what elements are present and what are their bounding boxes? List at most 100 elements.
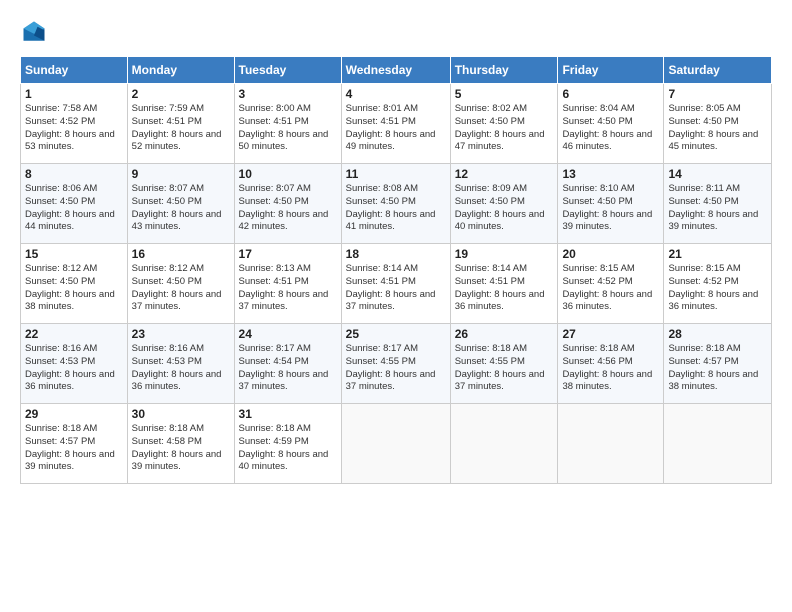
day-number: 6 (562, 87, 659, 101)
calendar-cell: 9 Sunrise: 8:07 AM Sunset: 4:50 PM Dayli… (127, 164, 234, 244)
day-info: Sunrise: 8:16 AM Sunset: 4:53 PM Dayligh… (132, 343, 230, 394)
day-info: Sunrise: 8:07 AM Sunset: 4:50 PM Dayligh… (132, 183, 230, 234)
day-number: 10 (239, 167, 337, 181)
calendar-cell (558, 404, 664, 484)
day-number: 17 (239, 247, 337, 261)
calendar-cell: 12 Sunrise: 8:09 AM Sunset: 4:50 PM Dayl… (450, 164, 558, 244)
day-info: Sunrise: 8:06 AM Sunset: 4:50 PM Dayligh… (25, 183, 123, 234)
calendar-cell: 26 Sunrise: 8:18 AM Sunset: 4:55 PM Dayl… (450, 324, 558, 404)
day-number: 19 (455, 247, 554, 261)
calendar-cell: 6 Sunrise: 8:04 AM Sunset: 4:50 PM Dayli… (558, 84, 664, 164)
day-info: Sunrise: 8:10 AM Sunset: 4:50 PM Dayligh… (562, 183, 659, 234)
calendar-cell: 3 Sunrise: 8:00 AM Sunset: 4:51 PM Dayli… (234, 84, 341, 164)
day-number: 28 (668, 327, 767, 341)
calendar-cell: 13 Sunrise: 8:10 AM Sunset: 4:50 PM Dayl… (558, 164, 664, 244)
calendar-table: SundayMondayTuesdayWednesdayThursdayFrid… (20, 56, 772, 484)
day-number: 13 (562, 167, 659, 181)
day-info: Sunrise: 8:18 AM Sunset: 4:57 PM Dayligh… (25, 423, 123, 474)
day-number: 16 (132, 247, 230, 261)
day-number: 12 (455, 167, 554, 181)
day-number: 3 (239, 87, 337, 101)
calendar-cell: 7 Sunrise: 8:05 AM Sunset: 4:50 PM Dayli… (664, 84, 772, 164)
calendar-cell: 16 Sunrise: 8:12 AM Sunset: 4:50 PM Dayl… (127, 244, 234, 324)
page: SundayMondayTuesdayWednesdayThursdayFrid… (0, 0, 792, 612)
day-number: 24 (239, 327, 337, 341)
calendar-dow-monday: Monday (127, 57, 234, 84)
calendar-cell: 8 Sunrise: 8:06 AM Sunset: 4:50 PM Dayli… (21, 164, 128, 244)
header (20, 18, 772, 46)
calendar-week-row: 29 Sunrise: 8:18 AM Sunset: 4:57 PM Dayl… (21, 404, 772, 484)
calendar-cell: 1 Sunrise: 7:58 AM Sunset: 4:52 PM Dayli… (21, 84, 128, 164)
calendar-cell: 24 Sunrise: 8:17 AM Sunset: 4:54 PM Dayl… (234, 324, 341, 404)
calendar-cell: 18 Sunrise: 8:14 AM Sunset: 4:51 PM Dayl… (341, 244, 450, 324)
day-info: Sunrise: 7:59 AM Sunset: 4:51 PM Dayligh… (132, 103, 230, 154)
day-number: 5 (455, 87, 554, 101)
calendar-cell: 27 Sunrise: 8:18 AM Sunset: 4:56 PM Dayl… (558, 324, 664, 404)
calendar-cell: 17 Sunrise: 8:13 AM Sunset: 4:51 PM Dayl… (234, 244, 341, 324)
calendar-cell (664, 404, 772, 484)
calendar-week-row: 15 Sunrise: 8:12 AM Sunset: 4:50 PM Dayl… (21, 244, 772, 324)
calendar-cell: 4 Sunrise: 8:01 AM Sunset: 4:51 PM Dayli… (341, 84, 450, 164)
day-info: Sunrise: 8:18 AM Sunset: 4:56 PM Dayligh… (562, 343, 659, 394)
day-number: 29 (25, 407, 123, 421)
day-number: 11 (346, 167, 446, 181)
day-info: Sunrise: 8:15 AM Sunset: 4:52 PM Dayligh… (668, 263, 767, 314)
calendar-dow-sunday: Sunday (21, 57, 128, 84)
calendar-cell: 14 Sunrise: 8:11 AM Sunset: 4:50 PM Dayl… (664, 164, 772, 244)
calendar-cell: 2 Sunrise: 7:59 AM Sunset: 4:51 PM Dayli… (127, 84, 234, 164)
day-number: 21 (668, 247, 767, 261)
day-number: 2 (132, 87, 230, 101)
logo-icon (20, 18, 48, 46)
day-info: Sunrise: 8:16 AM Sunset: 4:53 PM Dayligh… (25, 343, 123, 394)
day-info: Sunrise: 8:02 AM Sunset: 4:50 PM Dayligh… (455, 103, 554, 154)
calendar-cell: 15 Sunrise: 8:12 AM Sunset: 4:50 PM Dayl… (21, 244, 128, 324)
calendar-dow-friday: Friday (558, 57, 664, 84)
day-number: 15 (25, 247, 123, 261)
calendar-header-row: SundayMondayTuesdayWednesdayThursdayFrid… (21, 57, 772, 84)
calendar-cell: 30 Sunrise: 8:18 AM Sunset: 4:58 PM Dayl… (127, 404, 234, 484)
day-number: 14 (668, 167, 767, 181)
day-number: 31 (239, 407, 337, 421)
day-number: 8 (25, 167, 123, 181)
calendar-cell: 11 Sunrise: 8:08 AM Sunset: 4:50 PM Dayl… (341, 164, 450, 244)
day-info: Sunrise: 8:18 AM Sunset: 4:59 PM Dayligh… (239, 423, 337, 474)
day-info: Sunrise: 8:04 AM Sunset: 4:50 PM Dayligh… (562, 103, 659, 154)
calendar-cell: 25 Sunrise: 8:17 AM Sunset: 4:55 PM Dayl… (341, 324, 450, 404)
calendar-dow-tuesday: Tuesday (234, 57, 341, 84)
calendar-cell: 10 Sunrise: 8:07 AM Sunset: 4:50 PM Dayl… (234, 164, 341, 244)
day-number: 23 (132, 327, 230, 341)
day-info: Sunrise: 8:05 AM Sunset: 4:50 PM Dayligh… (668, 103, 767, 154)
calendar-dow-wednesday: Wednesday (341, 57, 450, 84)
day-info: Sunrise: 8:12 AM Sunset: 4:50 PM Dayligh… (25, 263, 123, 314)
day-number: 18 (346, 247, 446, 261)
calendar-cell: 19 Sunrise: 8:14 AM Sunset: 4:51 PM Dayl… (450, 244, 558, 324)
calendar-cell: 5 Sunrise: 8:02 AM Sunset: 4:50 PM Dayli… (450, 84, 558, 164)
day-info: Sunrise: 8:07 AM Sunset: 4:50 PM Dayligh… (239, 183, 337, 234)
day-info: Sunrise: 8:18 AM Sunset: 4:55 PM Dayligh… (455, 343, 554, 394)
day-info: Sunrise: 8:01 AM Sunset: 4:51 PM Dayligh… (346, 103, 446, 154)
day-number: 25 (346, 327, 446, 341)
day-number: 1 (25, 87, 123, 101)
day-info: Sunrise: 8:11 AM Sunset: 4:50 PM Dayligh… (668, 183, 767, 234)
calendar-cell (341, 404, 450, 484)
day-number: 27 (562, 327, 659, 341)
calendar-cell: 21 Sunrise: 8:15 AM Sunset: 4:52 PM Dayl… (664, 244, 772, 324)
calendar-cell: 29 Sunrise: 8:18 AM Sunset: 4:57 PM Dayl… (21, 404, 128, 484)
day-info: Sunrise: 8:14 AM Sunset: 4:51 PM Dayligh… (346, 263, 446, 314)
day-info: Sunrise: 8:09 AM Sunset: 4:50 PM Dayligh… (455, 183, 554, 234)
day-info: Sunrise: 8:14 AM Sunset: 4:51 PM Dayligh… (455, 263, 554, 314)
calendar-cell: 22 Sunrise: 8:16 AM Sunset: 4:53 PM Dayl… (21, 324, 128, 404)
calendar-dow-thursday: Thursday (450, 57, 558, 84)
day-info: Sunrise: 8:15 AM Sunset: 4:52 PM Dayligh… (562, 263, 659, 314)
calendar-cell: 28 Sunrise: 8:18 AM Sunset: 4:57 PM Dayl… (664, 324, 772, 404)
logo (20, 18, 52, 46)
day-number: 4 (346, 87, 446, 101)
day-number: 26 (455, 327, 554, 341)
day-info: Sunrise: 8:17 AM Sunset: 4:54 PM Dayligh… (239, 343, 337, 394)
day-info: Sunrise: 7:58 AM Sunset: 4:52 PM Dayligh… (25, 103, 123, 154)
calendar-week-row: 8 Sunrise: 8:06 AM Sunset: 4:50 PM Dayli… (21, 164, 772, 244)
day-info: Sunrise: 8:17 AM Sunset: 4:55 PM Dayligh… (346, 343, 446, 394)
day-info: Sunrise: 8:00 AM Sunset: 4:51 PM Dayligh… (239, 103, 337, 154)
calendar-week-row: 1 Sunrise: 7:58 AM Sunset: 4:52 PM Dayli… (21, 84, 772, 164)
calendar-week-row: 22 Sunrise: 8:16 AM Sunset: 4:53 PM Dayl… (21, 324, 772, 404)
